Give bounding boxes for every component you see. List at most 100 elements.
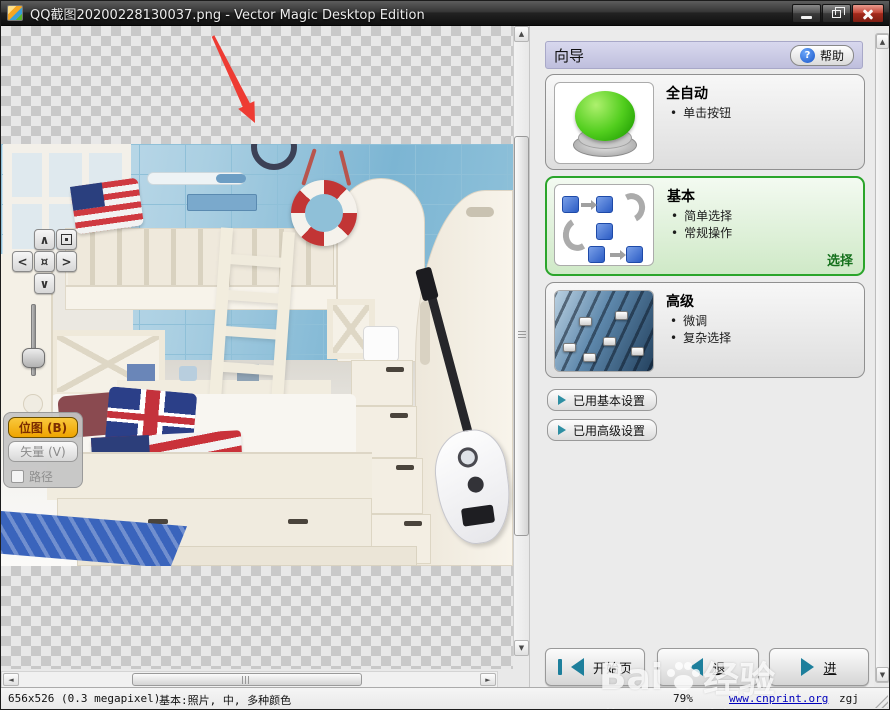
card-bullet: • 复杂选择 <box>670 331 732 345</box>
wizard-header: 向导 ? 帮助 <box>545 41 863 69</box>
zoom-slider-thumb[interactable] <box>22 348 45 368</box>
wizard-title: 向导 <box>554 46 585 65</box>
restore-icon <box>832 6 845 18</box>
forward-button[interactable]: 进 <box>769 648 869 686</box>
help-button[interactable]: ? 帮助 <box>789 44 854 66</box>
photo-oar-decor <box>147 172 246 185</box>
vector-label: 矢量 (V) <box>20 445 66 459</box>
flowchart-icon <box>554 184 654 266</box>
skip-to-start-icon <box>557 659 562 675</box>
pan-center-button[interactable]: ¤ <box>34 251 55 272</box>
minimize-icon <box>801 15 812 19</box>
bitmap-label: 位图 (B) <box>18 421 68 435</box>
forward-label: 进 <box>823 661 837 677</box>
card-bullet: • 微调 <box>670 314 708 328</box>
panel-scrollbar[interactable]: ▲ ▼ <box>875 33 889 683</box>
up-arrow-icon: ∧ <box>39 232 50 247</box>
settings-summary: 基本:照片, 中, 多种颜色 <box>159 694 292 707</box>
pan-right-button[interactable]: > <box>56 251 77 272</box>
window-title: QQ截图20200228130037.png - Vector Magic De… <box>30 7 425 23</box>
scroll-down-button[interactable]: ▼ <box>514 640 529 656</box>
titlebar: QQ截图20200228130037.png - Vector Magic De… <box>1 1 889 26</box>
card-bullet: • 单击按钮 <box>670 106 732 120</box>
pan-left-button[interactable]: < <box>12 251 33 272</box>
forward-icon <box>801 658 815 676</box>
preset-label: 已用高级设置 <box>573 423 646 438</box>
image-dimensions: 656x526 (0.3 megapixel) <box>8 692 161 705</box>
scroll-up-button[interactable]: ▲ <box>514 26 529 42</box>
scroll-up-icon: ▲ <box>518 30 525 38</box>
scroll-down-icon: ▼ <box>518 644 525 652</box>
photo-basket <box>363 326 399 362</box>
bitmap-image <box>1 144 513 566</box>
resize-grip-icon[interactable] <box>875 695 888 708</box>
photo-shelf-toy <box>179 366 197 381</box>
wizard-panel: 向导 ? 帮助 全自动 • 单击按钮 基本 • 简单选择 • 常规操作 选择 高… <box>529 26 874 689</box>
photo-stair-drawer <box>351 360 413 406</box>
play-icon <box>558 395 566 405</box>
scroll-down-icon: ▼ <box>879 670 886 679</box>
photo-top-bunk-rail <box>65 228 337 310</box>
user-tag: zgj <box>839 692 859 705</box>
scroll-up-icon: ▲ <box>879 37 886 46</box>
viewport-horizontal-scrollbar[interactable]: ◄ ► <box>1 671 498 688</box>
close-button[interactable] <box>852 4 884 23</box>
app-window: QQ截图20200228130037.png - Vector Magic De… <box>0 0 890 710</box>
back-icon <box>690 658 704 676</box>
image-viewport[interactable]: ∧ < ¤ > ∨ 位图 (B) 矢量 (V) 路径 <box>1 26 513 669</box>
viewport-vertical-scrollbar[interactable]: ▲ ▼ <box>513 26 529 656</box>
path-label: 路径 <box>29 470 54 484</box>
down-arrow-icon: ∨ <box>39 276 50 291</box>
card-title: 全自动 <box>666 86 708 102</box>
green-button-icon <box>554 82 654 164</box>
use-advanced-settings-button[interactable]: 已用高级设置 <box>547 419 657 441</box>
photo-bed-base <box>47 452 372 500</box>
center-icon: ¤ <box>40 254 49 269</box>
horizontal-scroll-thumb[interactable] <box>132 673 362 686</box>
start-page-label: 开始页 <box>592 661 632 677</box>
minimize-button[interactable] <box>792 4 821 23</box>
bitmap-mode-button[interactable]: 位图 (B) <box>8 417 78 438</box>
scroll-left-icon: ◄ <box>8 675 14 684</box>
right-arrow-icon: > <box>61 254 72 269</box>
left-arrow-icon: < <box>17 254 28 269</box>
photo-shelf-books <box>127 364 155 381</box>
cnprint-link[interactable]: www.cnprint.org <box>729 692 828 705</box>
view-mode-panel: 位图 (B) 矢量 (V) 路径 <box>3 412 83 488</box>
pan-up-button[interactable]: ∧ <box>34 229 55 250</box>
back-button[interactable]: 退 <box>657 648 759 686</box>
wizard-card-basic-selected[interactable]: 基本 • 简单选择 • 常规操作 选择 <box>545 176 865 276</box>
statusbar: 656x526 (0.3 megapixel) 基本:照片, 中, 多种颜色 7… <box>1 687 889 709</box>
photo-flag-pillow <box>69 177 145 235</box>
panel-scroll-up-button[interactable]: ▲ <box>876 34 889 49</box>
app-icon <box>7 5 23 21</box>
maximize-button[interactable] <box>822 4 851 23</box>
help-label: 帮助 <box>819 48 844 63</box>
fit-view-button[interactable] <box>56 229 77 250</box>
use-basic-settings-button[interactable]: 已用基本设置 <box>547 389 657 411</box>
help-icon: ? <box>799 47 815 63</box>
start-page-button[interactable]: 开始页 <box>545 648 645 686</box>
scroll-right-icon: ► <box>485 675 491 684</box>
preset-label: 已用基本设置 <box>573 393 646 408</box>
play-icon <box>558 425 566 435</box>
window-controls <box>792 4 884 23</box>
zoom-level: 79% <box>673 692 693 705</box>
photo-lifebuoy <box>291 180 357 246</box>
main-content: ∧ < ¤ > ∨ 位图 (B) 矢量 (V) 路径 ▲ ▼ ◄ ► 向导 ? … <box>1 26 889 709</box>
wizard-card-fully-automatic[interactable]: 全自动 • 单击按钮 <box>545 74 865 170</box>
mixer-icon <box>554 290 654 372</box>
panel-scroll-down-button[interactable]: ▼ <box>876 667 889 682</box>
photo-bed-finial <box>23 394 43 414</box>
path-option: 路径 <box>11 468 53 485</box>
vertical-scroll-thumb[interactable] <box>514 136 529 536</box>
card-title: 基本 <box>667 189 695 205</box>
scroll-right-button[interactable]: ► <box>480 673 496 686</box>
pan-down-button[interactable]: ∨ <box>34 273 55 294</box>
wizard-card-advanced[interactable]: 高级 • 微调 • 复杂选择 <box>545 282 865 378</box>
scroll-left-button[interactable]: ◄ <box>3 673 19 686</box>
path-checkbox[interactable] <box>11 470 24 483</box>
selected-badge: 选择 <box>826 254 853 269</box>
vector-mode-button[interactable]: 矢量 (V) <box>8 441 78 462</box>
card-bullet: • 简单选择 <box>671 209 733 223</box>
